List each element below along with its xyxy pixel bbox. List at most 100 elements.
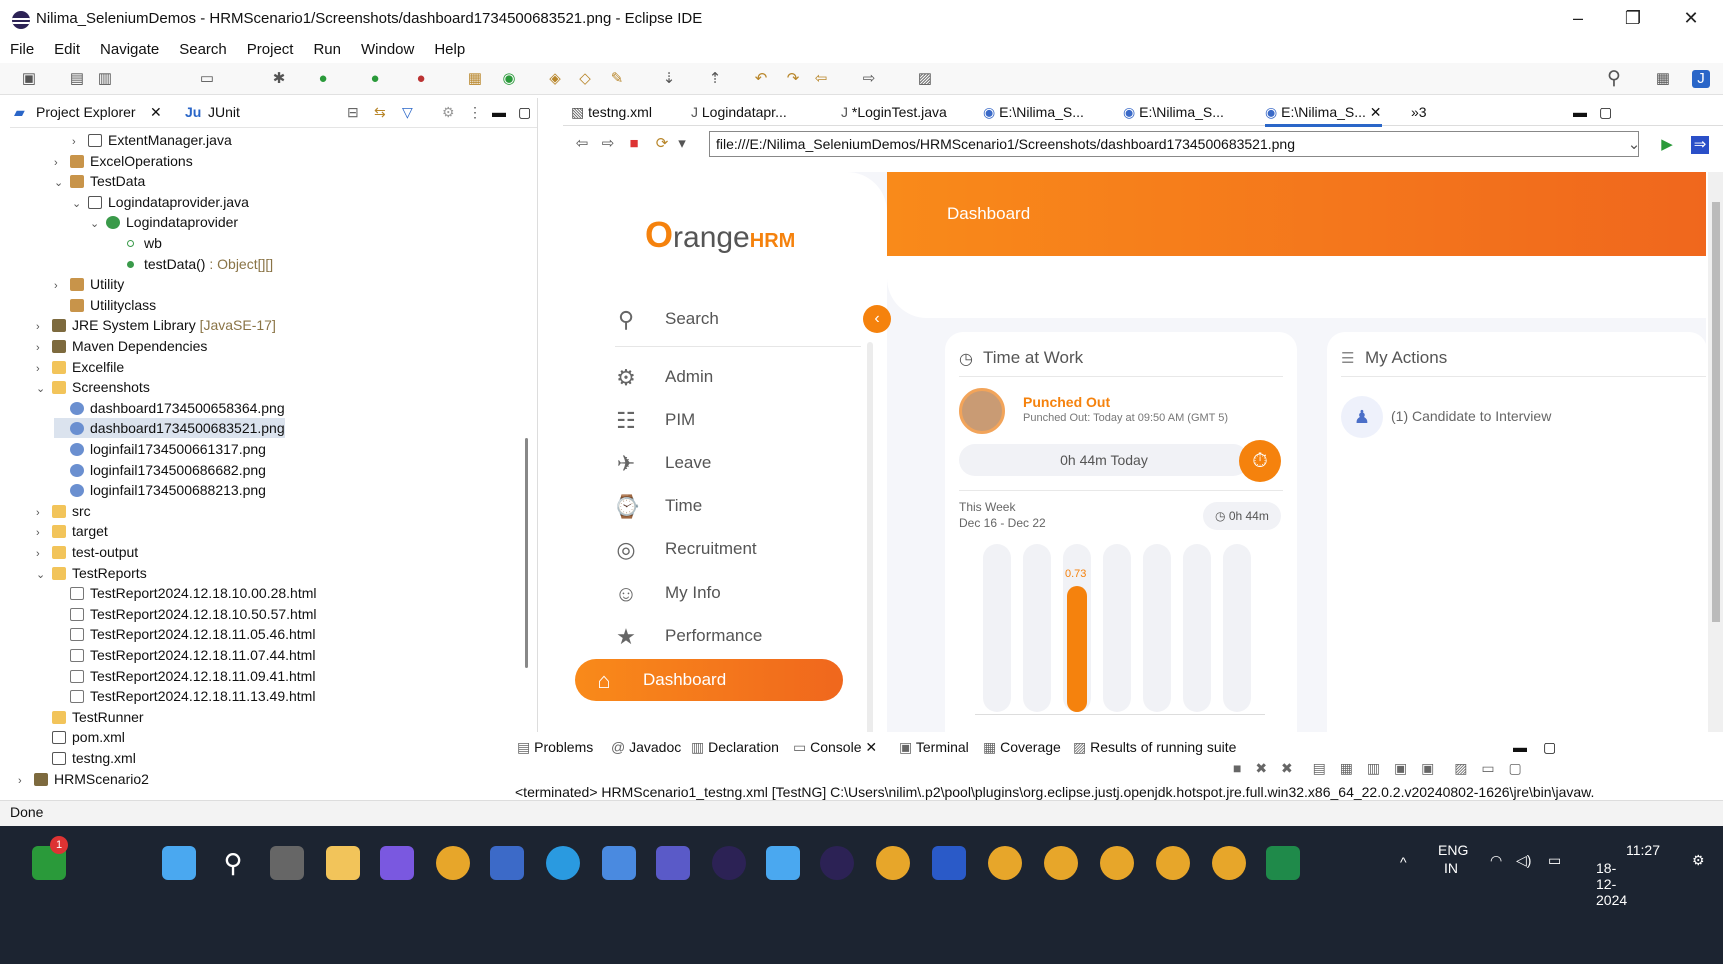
maximize-editor-icon[interactable]: ▢ — [1599, 104, 1612, 121]
show-stderr-icon[interactable]: ▣ — [1421, 760, 1434, 776]
chrome-profile-icon[interactable] — [876, 846, 910, 880]
twisty-icon[interactable]: › — [54, 276, 70, 296]
go-icon[interactable]: ▶ — [1658, 136, 1676, 154]
tree-item[interactable]: › src — [36, 501, 91, 521]
bottom-tab-coverage[interactable]: ▦ Coverage — [983, 739, 1061, 756]
show-stdout-icon[interactable]: ▣ — [1394, 760, 1407, 776]
editor-tab[interactable]: J Logindatapr... — [691, 104, 787, 120]
tree-item[interactable]: dashboard1734500658364.png — [54, 398, 285, 418]
remove-launch-icon[interactable]: ✖ — [1255, 760, 1267, 776]
stop-icon[interactable]: ■ — [625, 135, 643, 153]
bottom-tab-problems[interactable]: ▤ Problems — [517, 739, 593, 756]
back-icon[interactable]: ⇦ — [812, 70, 830, 88]
tree-item[interactable]: loginfail1734500688213.png — [54, 480, 266, 500]
bottom-tab-declaration[interactable]: ▥ Declaration — [691, 739, 779, 756]
run-icon[interactable]: ● — [314, 70, 332, 88]
twisty-icon[interactable]: ⌄ — [54, 173, 70, 193]
tree-item[interactable]: › target — [36, 521, 108, 541]
browser-back-icon[interactable]: ⇦ — [573, 135, 591, 153]
teams-icon[interactable] — [656, 846, 690, 880]
link-editor-icon[interactable]: ⇆ — [374, 104, 386, 121]
bottom-tab-results-of-running-suite[interactable]: ▨ Results of running suite — [1073, 739, 1236, 756]
external-tools-icon[interactable]: ● — [412, 70, 430, 88]
menu-run[interactable]: Run — [303, 38, 351, 62]
chrome-icon-4[interactable] — [1100, 846, 1134, 880]
tree-item[interactable]: › test-output — [36, 542, 138, 562]
tree-item[interactable]: › JRE System Library [JavaSE-17] — [36, 315, 276, 335]
close-tab-icon[interactable]: ✕ — [150, 104, 162, 121]
browser-forward-icon[interactable]: ⇨ — [599, 135, 617, 153]
search-tool-icon[interactable]: ✎ — [608, 70, 626, 88]
volume-icon[interactable]: ◁) — [1516, 852, 1531, 869]
tree-item[interactable]: › HRMScenario2 — [18, 769, 149, 789]
restore-button[interactable]: ❐ — [1618, 8, 1648, 29]
chrome-icon-6[interactable] — [1212, 846, 1246, 880]
twisty-icon[interactable]: ⌄ — [36, 379, 52, 399]
minimize-panel-icon[interactable]: ▬ — [492, 104, 506, 120]
eclipse-taskbar-icon[interactable] — [712, 846, 746, 880]
minimize-bottom-icon[interactable]: ▬ — [1513, 739, 1527, 755]
kebab-menu-icon[interactable]: ⋮ — [468, 104, 482, 121]
collapse-all-icon[interactable]: ⊟ — [347, 104, 359, 121]
maximize-bottom-icon[interactable]: ▢ — [1543, 739, 1556, 756]
view-menu-icon[interactable]: ⚙ — [442, 104, 455, 121]
twisty-icon[interactable]: › — [36, 523, 52, 543]
lang[interactable]: ENG — [1438, 842, 1468, 858]
menu-help[interactable]: Help — [424, 38, 475, 62]
remove-all-icon[interactable]: ✖ — [1281, 760, 1293, 776]
tree-item[interactable]: › Maven Dependencies — [36, 336, 207, 356]
terminal-icon[interactable]: ▭ — [198, 70, 216, 88]
nav-item-dashboard[interactable]: ⌂ Dashboard — [575, 659, 843, 701]
viewport-vscrollbar[interactable] — [1708, 172, 1723, 772]
twisty-icon[interactable]: › — [36, 503, 52, 523]
last-edit-icon[interactable]: ↶ — [752, 70, 770, 88]
nav-item-time[interactable]: ⌚ Time — [597, 485, 865, 527]
tree-item[interactable]: TestReport2024.12.18.10.00.28.html — [54, 583, 317, 603]
open-external-icon[interactable]: ⇒ — [1691, 136, 1709, 154]
tree-item[interactable]: ⌄ Logindataprovider.java — [72, 192, 249, 212]
tab-junit[interactable]: JUnit — [208, 104, 240, 120]
close-tab-icon[interactable]: ✕ — [1366, 104, 1382, 120]
open-console-icon[interactable]: ▢ — [1508, 760, 1521, 776]
nav-item-leave[interactable]: ✈ Leave — [597, 442, 865, 484]
new-package-icon[interactable]: ▦ — [466, 70, 484, 88]
eclipse-active-icon[interactable] — [820, 846, 854, 880]
tree-item[interactable]: pom.xml — [36, 727, 125, 747]
tree-item[interactable]: TestReport2024.12.18.11.13.49.html — [54, 686, 315, 706]
clear-console-icon[interactable]: ▤ — [1313, 760, 1326, 776]
notifications-icon[interactable]: ⚙ — [1692, 852, 1705, 869]
nav-item-performance[interactable]: ★ Performance — [597, 615, 865, 657]
tree-item[interactable]: testng.xml — [36, 748, 136, 768]
scroll-lock-icon[interactable]: ▦ — [1340, 760, 1353, 776]
chrome-icon[interactable] — [436, 846, 470, 880]
maximize-panel-icon[interactable]: ▢ — [518, 104, 531, 121]
java-perspective-icon[interactable]: J — [1692, 70, 1710, 88]
open-type-icon[interactable]: ◈ — [546, 70, 564, 88]
tree-item[interactable]: › ExcelOperations — [54, 151, 193, 171]
dropdown-icon[interactable]: ▾ — [673, 135, 691, 153]
store-icon[interactable] — [602, 846, 636, 880]
tree-item[interactable]: ⌄ Logindataprovider — [90, 212, 238, 232]
save-icon[interactable]: ▤ — [68, 70, 86, 88]
forward-icon[interactable]: ⇨ — [860, 70, 878, 88]
chrome-icon-3[interactable] — [1044, 846, 1078, 880]
tray-chevron-icon[interactable]: ^ — [1400, 854, 1407, 870]
tree-item[interactable]: TestReport2024.12.18.11.05.46.html — [54, 624, 315, 644]
forward-edit-icon[interactable]: ↷ — [784, 70, 802, 88]
bottom-tab-console[interactable]: ▭ Console ✕ — [793, 739, 877, 756]
twisty-icon[interactable]: › — [72, 132, 88, 152]
new-class-icon[interactable]: ◉ — [500, 70, 518, 88]
punch-clock-button[interactable]: ⏱ — [1239, 440, 1281, 482]
mcafee-icon[interactable] — [490, 846, 524, 880]
open-folder-icon[interactable]: ◇ — [576, 70, 594, 88]
tree-item[interactable]: › Utility — [54, 274, 124, 294]
word-icon[interactable] — [932, 846, 966, 880]
chrome-icon-2[interactable] — [988, 846, 1022, 880]
collapse-sidebar-button[interactable]: ‹ — [863, 305, 891, 333]
bottom-tab-javadoc[interactable]: @ Javadoc — [611, 739, 681, 755]
twisty-icon[interactable]: › — [54, 153, 70, 173]
perspective-icon[interactable]: ▦ — [1654, 70, 1672, 88]
nav-item-pim[interactable]: ☷ PIM — [597, 399, 865, 441]
menu-edit[interactable]: Edit — [44, 38, 90, 62]
sidebar-scrollbar[interactable] — [867, 342, 873, 772]
